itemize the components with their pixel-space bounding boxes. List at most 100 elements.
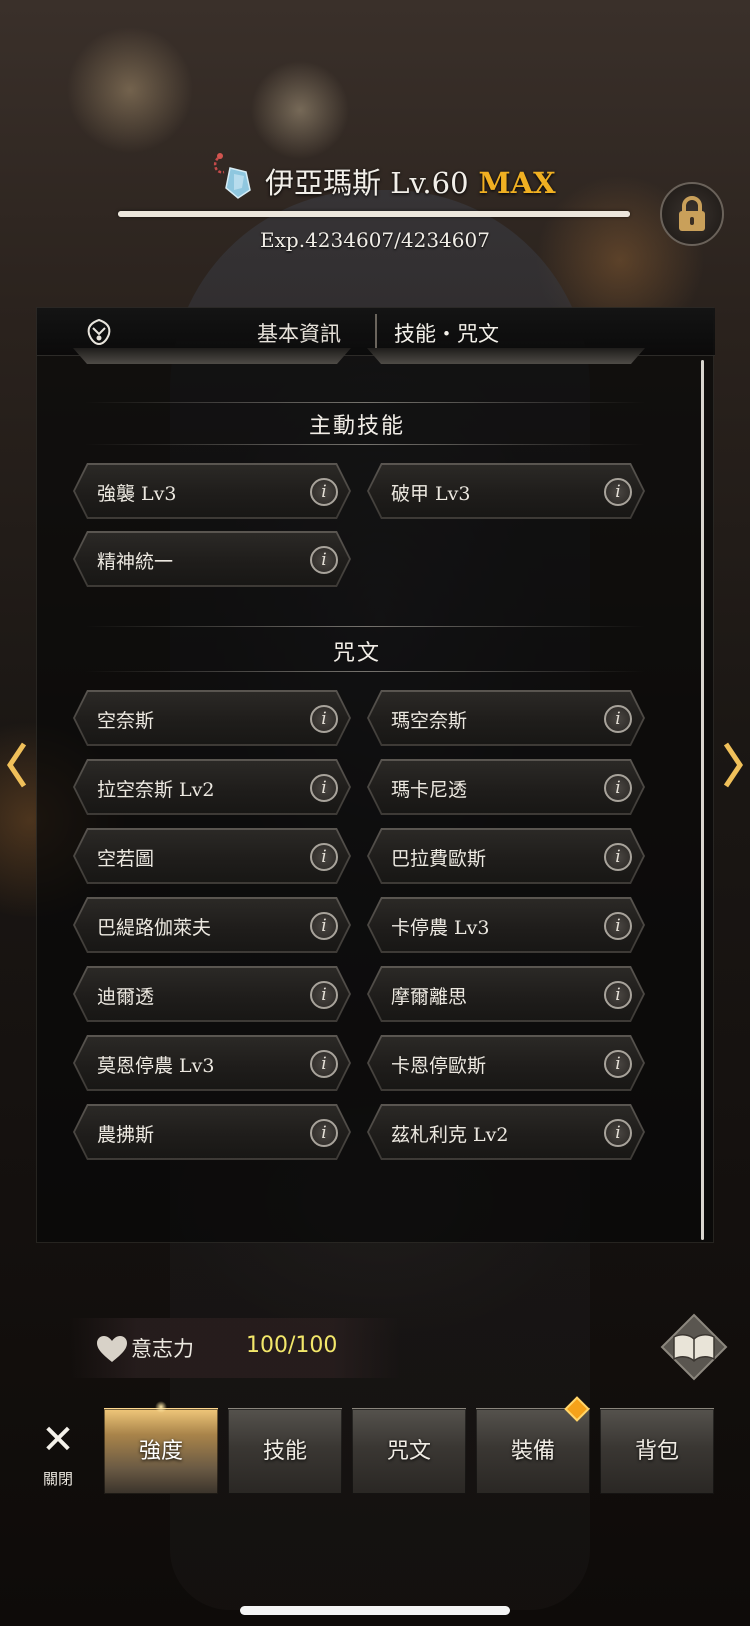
exp-bar-fill [118,211,630,217]
skill-label: 空奈斯 [97,710,155,732]
guild-crest-icon [87,318,111,346]
info-icon[interactable]: i [310,912,338,940]
close-x-icon: ✕ [41,1417,75,1463]
spell-item[interactable]: 茲札利克 Lv2 i [367,1104,645,1160]
nav-strength[interactable]: 強度 [104,1401,218,1494]
skill-label: 巴緹路伽萊夫 [97,917,212,939]
skill-button-face: 卡恩停歐斯 i [369,1037,643,1089]
skill-label: 瑪空奈斯 [391,710,468,732]
lock-icon [679,196,705,231]
close-button[interactable]: ✕ 關閉 [32,1420,84,1500]
skill-label: 農拂斯 [97,1124,155,1146]
scrollbar-thumb[interactable] [701,360,704,1240]
skill-button-face: 摩爾離思 i [369,968,643,1020]
info-icon[interactable]: i [310,705,338,733]
skill-button-face: 巴拉費歐斯 i [369,830,643,882]
nav-spells-label: 咒文 [386,1439,431,1464]
info-icon[interactable]: i [604,981,632,1009]
spell-item[interactable]: 卡恩停歐斯 i [367,1035,645,1091]
spell-item[interactable]: 瑪空奈斯 i [367,690,645,746]
skill-button-face: 強襲 Lv3 i [75,465,349,517]
info-icon[interactable]: i [310,1050,338,1078]
nav-spells[interactable]: 咒文 [352,1408,466,1494]
spell-item[interactable]: 巴拉費歐斯 i [367,828,645,884]
info-icon[interactable]: i [310,843,338,871]
divider-active-skills [85,444,645,445]
active-glow [155,1401,167,1413]
skill-button-face: 瑪空奈斯 i [369,692,643,744]
skill-label: 莫恩停農 Lv3 [97,1055,215,1077]
lock-button[interactable] [660,182,724,246]
skill-label: 強襲 Lv3 [97,483,177,505]
info-icon[interactable]: i [604,912,632,940]
info-icon[interactable]: i [310,546,338,574]
skill-label: 空若圖 [97,848,155,870]
skill-button-face: 農拂斯 i [75,1106,349,1158]
info-icon[interactable]: i [310,774,338,802]
info-icon[interactable]: i [604,1050,632,1078]
spell-item[interactable]: 莫恩停農 Lv3 i [73,1035,351,1091]
info-icon[interactable]: i [310,981,338,1009]
prev-hero-arrow-icon[interactable] [6,740,28,790]
active-skill-item[interactable]: 破甲 Lv3 i [367,463,645,519]
skill-label: 卡恩停歐斯 [391,1055,487,1077]
active-skills-title: 主動技能 [308,414,405,439]
skill-label: 摩爾離思 [391,986,468,1008]
skills-panel: 基本資訊 技能・咒文 主動技能 強襲 Lv3 i 破甲 Lv3 i 精神統一 i 咒文 空… [36,307,715,1243]
spell-item[interactable]: 摩爾離思 i [367,966,645,1022]
nav-strength-label: 強度 [138,1439,183,1464]
skill-button-face: 卡停農 Lv3 i [369,899,643,951]
nav-equipment-label: 裝備 [510,1439,555,1464]
spell-item[interactable]: 巴緹路伽萊夫 i [73,897,351,953]
info-icon[interactable]: i [604,1119,632,1147]
skill-button-face: 精神統一 i [75,533,349,585]
skill-button-face: 破甲 Lv3 i [369,465,643,517]
close-label: 關閉 [42,1470,73,1488]
active-skill-item[interactable]: 精神統一 i [73,531,351,587]
crystal-pendant-icon [213,153,251,199]
spell-item[interactable]: 空若圖 i [73,828,351,884]
nav-inventory-label: 背包 [634,1439,679,1464]
active-skill-item[interactable]: 強襲 Lv3 i [73,463,351,519]
spell-item[interactable]: 瑪卡尼透 i [367,759,645,815]
home-indicator[interactable] [240,1606,510,1615]
book-icon[interactable] [660,1313,728,1381]
spell-item[interactable]: 農拂斯 i [73,1104,351,1160]
spells-title: 咒文 [332,641,381,666]
exp-bar [118,211,630,217]
skill-button-face: 茲札利克 Lv2 i [369,1106,643,1158]
next-hero-arrow-icon[interactable] [722,740,744,790]
skill-button-face: 莫恩停農 Lv3 i [75,1037,349,1089]
spell-item[interactable]: 卡停農 Lv3 i [367,897,645,953]
tab-skills-spells[interactable]: 技能・咒文 [394,318,499,348]
info-icon[interactable]: i [604,843,632,871]
divider-spells-top [85,626,645,627]
skill-label: 卡停農 Lv3 [391,917,490,939]
spell-item[interactable]: 拉空奈斯 Lv2 i [73,759,351,815]
skill-label: 巴拉費歐斯 [391,848,487,870]
tab-basic-info[interactable]: 基本資訊 [257,318,341,348]
willpower-label: 意志力 [131,1337,194,1361]
nav-skills[interactable]: 技能 [228,1408,342,1494]
willpower-value: 100/100 [246,1333,338,1358]
skill-button-face: 空若圖 i [75,830,349,882]
divider-top [85,402,645,403]
spell-item[interactable]: 空奈斯 i [73,690,351,746]
skill-label: 瑪卡尼透 [391,779,468,801]
info-icon[interactable]: i [310,1119,338,1147]
skill-button-face: 巴緹路伽萊夫 i [75,899,349,951]
nav-equipment[interactable]: 裝備 [476,1408,590,1494]
skill-button-face: 迪爾透 i [75,968,349,1020]
info-icon[interactable]: i [604,774,632,802]
hero-name: 伊亞瑪斯 Lv.60 [265,166,469,200]
spell-item[interactable]: 迪爾透 i [73,966,351,1022]
partial-row-left [73,348,351,366]
info-icon[interactable]: i [604,705,632,733]
nav-inventory[interactable]: 背包 [600,1408,714,1494]
info-icon[interactable]: i [604,478,632,506]
partial-row-right [367,348,645,366]
info-icon[interactable]: i [310,478,338,506]
skill-button-face: 拉空奈斯 Lv2 i [75,761,349,813]
divider-spells [85,671,645,672]
skill-label: 拉空奈斯 Lv2 [97,779,215,801]
